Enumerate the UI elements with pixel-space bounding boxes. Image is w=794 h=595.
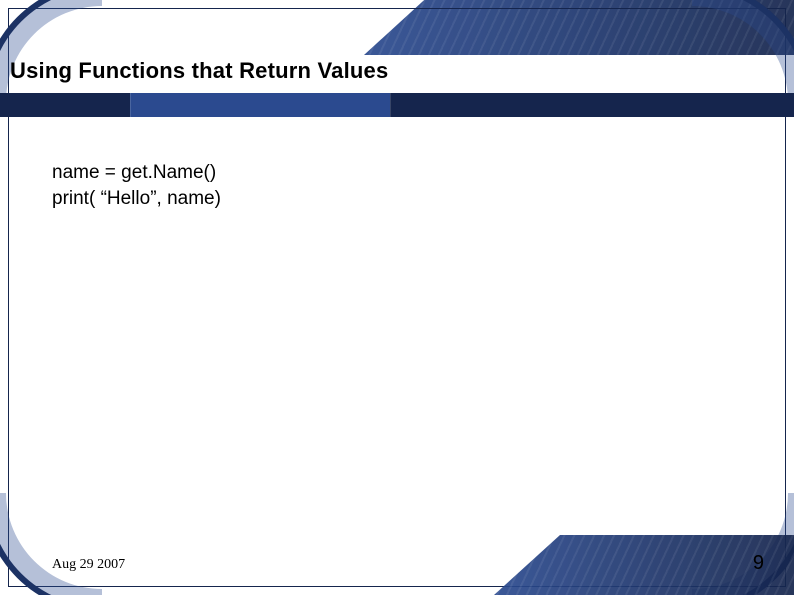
bar-segment (0, 93, 130, 117)
code-line: name = get.Name() (52, 160, 221, 186)
slide-title: Using Functions that Return Values (10, 58, 388, 84)
corner-arc-icon (692, 0, 794, 102)
bar-segment (130, 93, 390, 117)
corner-arc-icon (0, 0, 102, 102)
slide: Using Functions that Return Values name … (0, 0, 794, 595)
page-number: 9 (753, 552, 764, 575)
title-underline-bar (0, 93, 794, 117)
footer-date: Aug 29 2007 (52, 557, 125, 573)
bar-segment (390, 93, 794, 117)
slide-body: name = get.Name() print( “Hello”, name) (52, 160, 221, 211)
corner-arc-icon (0, 493, 102, 595)
decor-bottom-wedge (494, 535, 794, 595)
code-line: print( “Hello”, name) (52, 186, 221, 212)
